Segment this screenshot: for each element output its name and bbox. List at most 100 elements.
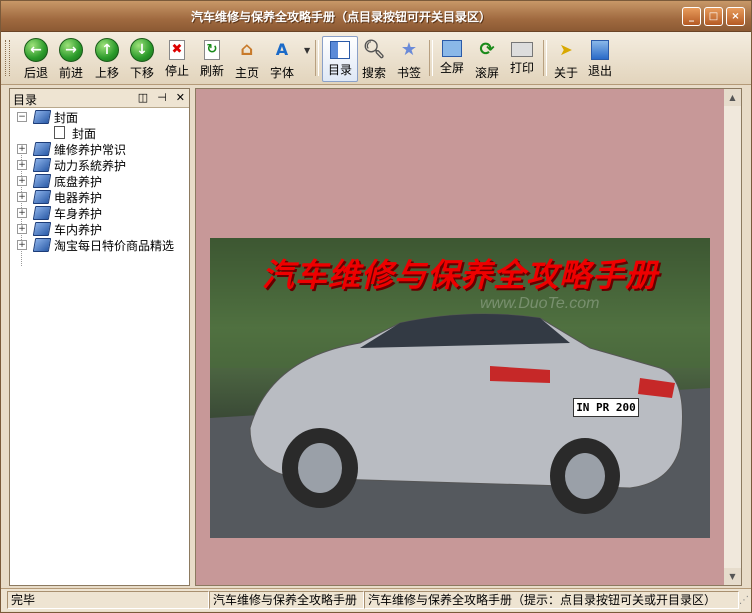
home-label: 主页: [234, 66, 259, 80]
tree-item-label: 车内养护: [54, 223, 103, 237]
autoscroll-button[interactable]: ⟳ 滚屏: [470, 36, 504, 80]
book-icon: [32, 238, 52, 252]
autoscroll-label: 滚屏: [474, 66, 499, 80]
toolbar-separator: [429, 40, 433, 76]
expand-icon[interactable]: +: [17, 192, 27, 202]
refresh-label: 刷新: [199, 64, 224, 78]
contents-icon: [330, 41, 350, 59]
font-icon: A: [275, 40, 289, 59]
resize-grip-icon[interactable]: ⋰: [739, 595, 749, 606]
status-right: 汽车维修与保养全攻略手册（提示：点目录按钮可关或开目录区）: [364, 591, 739, 609]
fullscreen-button[interactable]: 全屏: [435, 36, 469, 80]
expand-icon[interactable]: +: [17, 176, 27, 186]
maximize-button[interactable]: □: [704, 7, 723, 26]
move-up-label: 上移: [94, 66, 119, 80]
search-label: 搜索: [361, 66, 386, 80]
font-dropdown-icon[interactable]: ▼: [304, 46, 310, 55]
forward-button[interactable]: → 前进: [54, 36, 88, 80]
back-button[interactable]: ← 后退: [19, 36, 53, 80]
window-title: 汽车维修与保养全攻略手册（点目录按钮可开关目录区）: [190, 10, 491, 24]
print-button[interactable]: 打印: [505, 36, 539, 80]
banner-title: 汽车维修与保养全攻略手册: [261, 256, 658, 294]
title-bar[interactable]: 汽车维修与保养全攻略手册（点目录按钮可开关目录区） _ □ ×: [1, 1, 751, 32]
back-label: 后退: [23, 66, 48, 80]
status-middle: 汽车维修与保养全攻略手册: [209, 591, 364, 609]
scroll-down-icon[interactable]: ▼: [724, 568, 741, 585]
status-left: 完毕: [7, 591, 209, 609]
scroll-up-icon[interactable]: ▲: [724, 89, 741, 106]
book-icon: [32, 190, 52, 204]
book-icon: [32, 206, 52, 220]
vertical-scrollbar[interactable]: ▲ ▼: [724, 88, 742, 586]
home-icon: ⌂: [240, 39, 254, 60]
print-label: 打印: [509, 61, 534, 75]
contents-button[interactable]: 目录: [322, 36, 358, 82]
panel-close-icon[interactable]: ✕: [176, 91, 185, 104]
tree-item-label: 动力系統养护: [54, 159, 127, 173]
expand-icon[interactable]: +: [17, 240, 27, 250]
toolbar: ← 后退 → 前进 ↑ 上移 ↓ 下移 ✖ 停止 ↻ 刷新 ⌂ 主页 A 字体: [1, 32, 751, 85]
tree-item-taobao[interactable]: + 淘宝每日特价商品精选: [10, 237, 188, 253]
arrow-down-icon: ↓: [130, 38, 154, 62]
tree-item-label: 车身养护: [54, 207, 103, 221]
tree-item-powertrain[interactable]: + 动力系統养护: [10, 157, 188, 173]
bookmark-button[interactable]: ★ 书签: [392, 36, 426, 80]
arrow-left-icon: ←: [24, 38, 48, 62]
contents-label: 目录: [327, 63, 352, 77]
search-button[interactable]: 🔍︎ 搜索: [357, 36, 391, 80]
watermark-text: www.DuoTe.com: [480, 295, 599, 312]
expand-icon[interactable]: +: [17, 144, 27, 154]
forward-label: 前进: [58, 66, 83, 80]
open-book-icon: [32, 110, 52, 124]
about-button[interactable]: ➤ 关于: [549, 36, 583, 80]
home-button[interactable]: ⌂ 主页: [230, 36, 264, 80]
stop-icon: ✖: [169, 40, 185, 60]
tree-item-interior[interactable]: + 车内养护: [10, 221, 188, 237]
tree-item-electrical[interactable]: + 电器养护: [10, 189, 188, 205]
book-icon: [32, 142, 52, 156]
expand-icon[interactable]: +: [17, 224, 27, 234]
exit-button[interactable]: 退出: [583, 36, 617, 80]
font-label: 字体: [269, 66, 294, 80]
tree-item-label: 底盘养护: [54, 175, 103, 189]
autoscroll-icon: ⟳: [479, 39, 495, 60]
minimize-button[interactable]: _: [682, 7, 701, 26]
move-up-button[interactable]: ↑ 上移: [90, 36, 124, 80]
license-plate: IN PR 200: [573, 398, 639, 417]
book-icon: [32, 222, 52, 236]
tree-item-label: 封面: [72, 127, 97, 141]
expand-icon[interactable]: +: [17, 208, 27, 218]
app-window: 汽车维修与保养全攻略手册（点目录按钮可开关目录区） _ □ × ← 后退 → 前…: [0, 0, 752, 613]
pin-icon[interactable]: ⊣: [157, 91, 167, 104]
exit-icon: [591, 40, 609, 60]
collapse-icon[interactable]: −: [17, 112, 27, 122]
stop-button[interactable]: ✖ 停止: [160, 36, 194, 80]
tree-item-label: 封面: [54, 111, 79, 125]
exit-label: 退出: [587, 64, 612, 78]
cover-image: www.DuoTe.com 汽车维修与保养全攻略手册 IN PR 200: [210, 238, 710, 538]
book-icon: [32, 174, 52, 188]
page-icon: [54, 126, 65, 139]
tree-item-maintenance[interactable]: + 維修养护常识: [10, 141, 188, 157]
arrow-right-icon: →: [59, 38, 83, 62]
tree-item-cover[interactable]: − 封面: [10, 109, 188, 125]
move-down-label: 下移: [129, 66, 154, 80]
tree-item-label: 淘宝每日特价商品精选: [54, 239, 175, 253]
font-button[interactable]: A 字体: [265, 36, 299, 80]
tree-item-label: 維修养护常识: [54, 143, 127, 157]
contents-panel: 目录 ◫ ⊣ ✕ − 封面 封面 + 維修养护常识 + 动力系統养护 + 底盘养…: [9, 88, 190, 586]
search-icon: 🔍︎: [362, 39, 386, 60]
panel-header: 目录 ◫ ⊣ ✕: [10, 89, 189, 108]
tree-item-chassis[interactable]: + 底盘养护: [10, 173, 188, 189]
tree-item-body[interactable]: + 车身养护: [10, 205, 188, 221]
toolbar-separator: [543, 40, 547, 76]
expand-icon[interactable]: +: [17, 160, 27, 170]
tree-item-cover-page[interactable]: 封面: [10, 125, 188, 141]
panel-menu-icon[interactable]: ◫: [138, 91, 148, 104]
close-button[interactable]: ×: [726, 7, 745, 26]
refresh-button[interactable]: ↻ 刷新: [195, 36, 229, 80]
tree-item-label: 电器养护: [54, 191, 103, 205]
panel-title: 目录: [13, 93, 38, 107]
toolbar-grip[interactable]: [5, 40, 10, 76]
move-down-button[interactable]: ↓ 下移: [125, 36, 159, 80]
